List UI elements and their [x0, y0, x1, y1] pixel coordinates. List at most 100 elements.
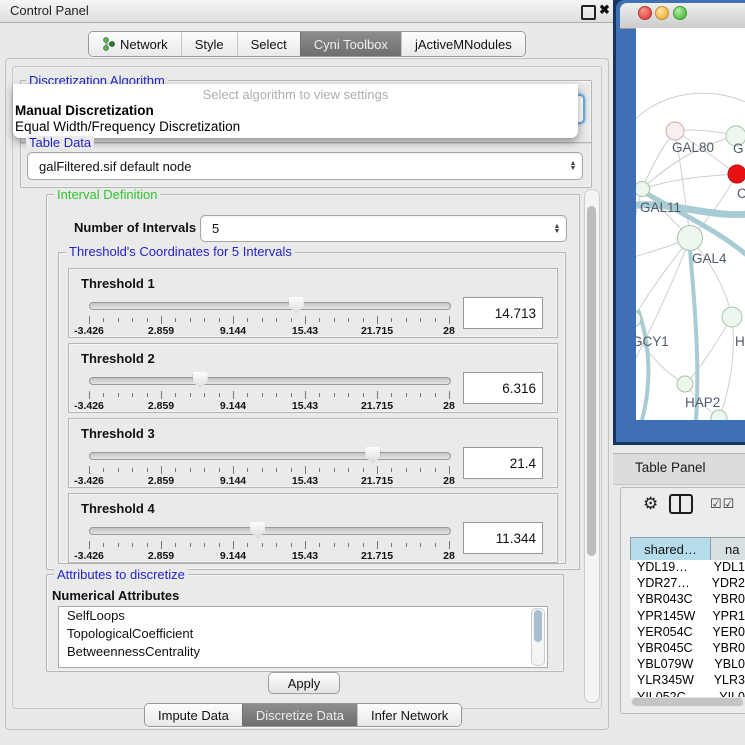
table-cell[interactable]: YLR3 — [710, 673, 745, 689]
network-node-GAL11[interactable] — [636, 182, 650, 197]
network-node-H[interactable] — [722, 307, 742, 327]
tab-network[interactable]: Network — [89, 32, 181, 56]
minimize-traffic-light[interactable] — [655, 6, 669, 20]
combo-stepper-icon[interactable]: ▲▼ — [564, 161, 582, 171]
tick-label: 15.43 — [292, 550, 318, 562]
settings-scrollbar-thumb[interactable] — [587, 206, 596, 556]
zoom-traffic-light[interactable] — [673, 6, 687, 20]
table-cell[interactable]: YDR2 — [708, 576, 745, 592]
table-data-combobox[interactable]: galFiltered.sif default node ▲▼ — [27, 152, 583, 180]
slider-track[interactable] — [89, 527, 451, 535]
dropdown-placeholder-item[interactable]: Select algorithm to view settings — [13, 87, 578, 102]
table-row[interactable]: YDR27…YDR2 — [630, 576, 745, 592]
dropdown-item-manual-discretization[interactable]: Manual Discretization — [15, 103, 154, 118]
tick-label: 28 — [443, 475, 455, 487]
checkbox-icons[interactable]: ☑☑ — [710, 496, 735, 512]
table-hscrollbar-thumb[interactable] — [632, 698, 743, 706]
table-cell[interactable]: YPR1 — [708, 609, 745, 625]
table-cell[interactable]: YDR27… — [630, 576, 708, 592]
tab-select[interactable]: Select — [237, 32, 300, 56]
network-edge[interactable] — [642, 131, 675, 189]
threshold-value-field[interactable] — [463, 297, 543, 329]
table-cell[interactable]: YPR145W — [630, 609, 708, 625]
slider-thumb[interactable] — [193, 372, 208, 389]
tab-cyni-toolbox[interactable]: Cyni Toolbox — [300, 32, 401, 56]
table-cell[interactable]: YDL19… — [630, 560, 710, 576]
table-row[interactable]: YLR345WYLR3 — [630, 673, 745, 689]
table-cell[interactable]: YDL1 — [710, 560, 745, 576]
slider-track[interactable] — [89, 452, 451, 460]
table-cell[interactable]: YBL079W — [630, 657, 710, 673]
close-icon[interactable]: ✖ — [599, 2, 610, 18]
slider-thumb[interactable] — [289, 297, 304, 314]
node-label: GAL11 — [640, 200, 681, 215]
close-traffic-light[interactable] — [638, 6, 652, 20]
table-cell[interactable]: YLR345W — [630, 673, 710, 689]
network-node-HAP2[interactable] — [677, 376, 693, 392]
table-row[interactable]: YBL079WYBL0 — [630, 657, 745, 673]
table-cell[interactable]: YBR0 — [708, 592, 745, 608]
tab-impute-data[interactable]: Impute Data — [145, 704, 242, 726]
slider-track[interactable] — [89, 377, 451, 385]
table-row[interactable]: YBR043CYBR0 — [630, 592, 745, 608]
network-edge[interactable] — [636, 189, 642, 248]
table-row[interactable]: YIL052CYIL0 — [630, 690, 745, 698]
tick-mark — [161, 466, 162, 474]
threshold-value-field[interactable] — [463, 447, 543, 479]
number-of-intervals-spinner[interactable]: 5 ▲▼ — [200, 215, 567, 242]
split-columns-icon[interactable] — [669, 494, 693, 514]
table-row[interactable]: YDL19…YDL1 — [630, 560, 745, 576]
table-cell[interactable]: YBR0 — [708, 641, 745, 657]
tick-mark — [175, 318, 176, 322]
table-cell[interactable]: YBR043C — [630, 592, 708, 608]
apply-button[interactable]: Apply — [268, 672, 340, 694]
network-canvas[interactable]: GAL80GCGAL11GAL4GCY1HHAP2 — [636, 28, 745, 420]
network-node[interactable] — [711, 410, 727, 420]
slider-track[interactable] — [89, 302, 451, 310]
threshold-slider[interactable]: -3.4262.8599.14415.4321.71528 — [89, 522, 449, 558]
slider-thumb[interactable] — [365, 447, 380, 464]
attributes-scrollbar-thumb[interactable] — [534, 610, 542, 642]
table-row[interactable]: YPR145WYPR1 — [630, 609, 745, 625]
settings-scrollbar[interactable] — [584, 189, 600, 703]
threshold-slider[interactable]: -3.4262.8599.14415.4321.71528 — [89, 447, 449, 483]
slider-thumb[interactable] — [250, 522, 265, 539]
network-edge[interactable] — [636, 238, 690, 319]
table-cell[interactable]: YER054C — [630, 625, 708, 641]
attribute-list-item[interactable]: SelfLoops — [59, 607, 547, 625]
table-cell[interactable]: YBR045C — [630, 641, 708, 657]
network-node-GAL80[interactable] — [666, 122, 684, 140]
table-cell[interactable]: YIL052C — [630, 690, 715, 698]
algorithm-dropdown-popup: Select algorithm to view settings Manual… — [13, 84, 578, 138]
gear-icon[interactable]: ⚙ — [643, 494, 658, 514]
table-cell[interactable]: YBL0 — [710, 657, 745, 673]
attribute-list-item[interactable]: BetweennessCentrality — [59, 643, 547, 661]
tab-discretize-data[interactable]: Discretize Data — [242, 704, 357, 726]
tab-infer-network[interactable]: Infer Network — [357, 704, 461, 726]
threshold-slider[interactable]: -3.4262.8599.14415.4321.71528 — [89, 297, 449, 333]
column-header-shared[interactable]: shared… — [631, 538, 711, 560]
tab-style[interactable]: Style — [181, 32, 237, 56]
spinner-stepper-icon[interactable]: ▲▼ — [548, 224, 566, 234]
network-edge[interactable] — [685, 317, 732, 384]
network-edge[interactable] — [636, 93, 745, 124]
float-window-icon[interactable] — [581, 5, 596, 20]
table-cell[interactable]: YIL0 — [715, 690, 745, 698]
attribute-list-item[interactable]: TopologicalCoefficient — [59, 625, 547, 643]
network-node-GAL4[interactable] — [678, 226, 703, 251]
tick-mark — [319, 393, 320, 397]
column-header-name[interactable]: na — [711, 538, 745, 560]
table-cell[interactable]: YER0 — [708, 625, 745, 641]
threshold-value-field[interactable] — [463, 522, 543, 554]
threshold-value-field[interactable] — [463, 372, 543, 404]
threshold-slider[interactable]: -3.4262.8599.14415.4321.71528 — [89, 372, 449, 408]
table-horizontal-scrollbar[interactable] — [631, 697, 745, 707]
table-row[interactable]: YBR045CYBR0 — [630, 641, 745, 657]
network-node-C[interactable] — [728, 165, 745, 183]
attributes-list-scrollbar[interactable] — [531, 608, 545, 666]
network-edge[interactable] — [638, 310, 648, 420]
dropdown-item-equal-width[interactable]: Equal Width/Frequency Discretization — [15, 119, 240, 134]
table-row[interactable]: YER054CYER0 — [630, 625, 745, 641]
network-edge[interactable] — [719, 317, 733, 418]
tab-jactivemnodules[interactable]: jActiveMNodules — [401, 32, 525, 56]
